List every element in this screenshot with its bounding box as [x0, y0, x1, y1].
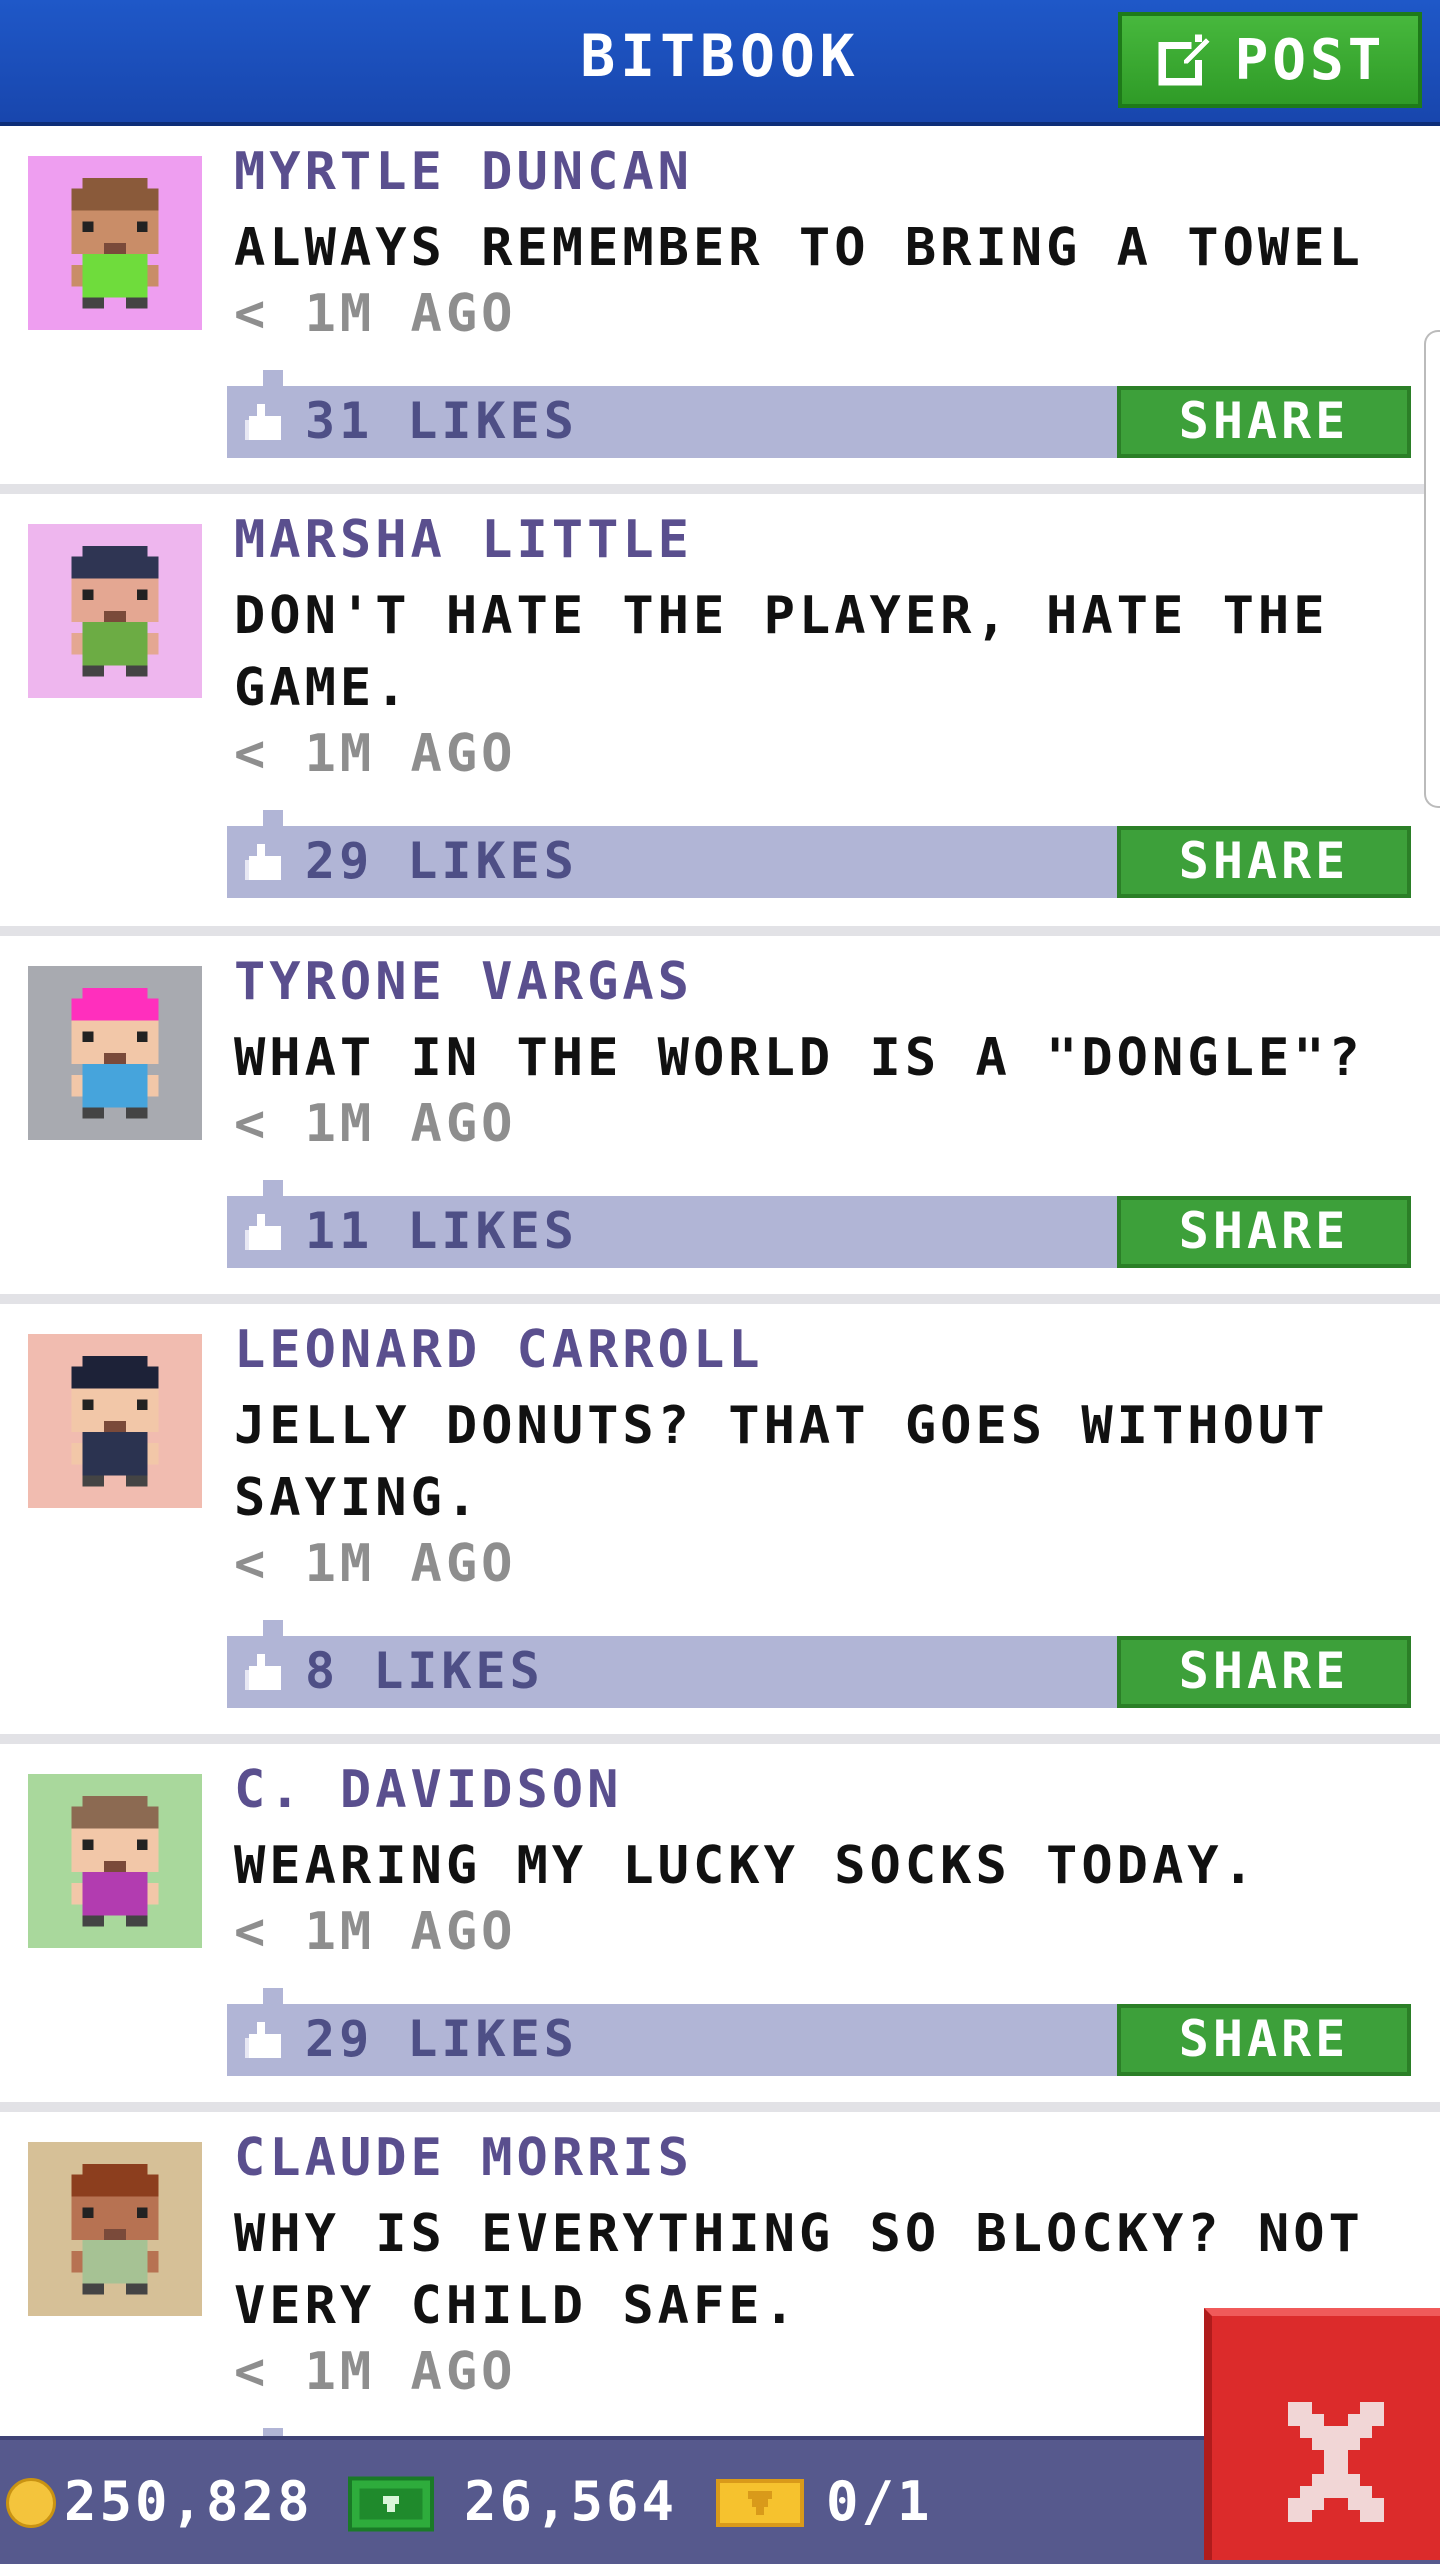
coins-count: 250,828 — [64, 2470, 313, 2533]
close-button[interactable] — [1204, 2308, 1440, 2560]
share-button[interactable]: SHARE — [1117, 386, 1411, 458]
avatar[interactable] — [28, 1774, 202, 1948]
post-message: WEARING MY LUCKY SOCKS TODAY. — [234, 1836, 1258, 1896]
close-icon — [1288, 2402, 1384, 2522]
post-author[interactable]: TYRONE VARGAS — [234, 952, 693, 1012]
post-author[interactable]: CLAUDE MORRIS — [234, 2128, 693, 2188]
like-bar: 8 LIKES SHARE — [227, 1620, 1411, 1708]
post-time: < 1M AGO — [234, 1902, 517, 1962]
ticket-icon — [716, 2479, 804, 2527]
avatar[interactable] — [28, 156, 202, 330]
like-bar: 11 LIKES SHARE — [227, 1180, 1411, 1268]
like-bar-tab — [263, 1988, 283, 2004]
likes-count: 31 LIKES — [305, 392, 578, 450]
like-bar-tab — [263, 370, 283, 386]
post-message: WHAT IN THE WORLD IS A "DONGLE"? — [234, 1028, 1364, 1088]
post-author[interactable]: MYRTLE DUNCAN — [234, 142, 693, 202]
like-bar-tab — [263, 810, 283, 826]
thumbs-up-icon[interactable] — [245, 844, 285, 880]
post-button[interactable]: POST — [1118, 12, 1422, 108]
avatar[interactable] — [28, 966, 202, 1140]
post-divider — [0, 2102, 1440, 2112]
share-button[interactable]: SHARE — [1117, 1636, 1411, 1708]
coin-icon — [6, 2478, 56, 2528]
like-bar: 29 LIKES SHARE — [227, 810, 1411, 898]
share-button[interactable]: SHARE — [1117, 2004, 1411, 2076]
like-bar: 31 LIKES SHARE — [227, 370, 1411, 458]
like-bar-tab — [263, 1180, 283, 1196]
post-divider — [0, 1734, 1440, 1744]
thumbs-up-icon[interactable] — [245, 1654, 285, 1690]
likes-count: 8 LIKES — [305, 1642, 544, 1700]
post-author[interactable]: C. DAVIDSON — [234, 1760, 622, 1820]
likes-count: 29 LIKES — [305, 832, 578, 890]
avatar[interactable] — [28, 2142, 202, 2316]
avatar[interactable] — [28, 524, 202, 698]
post-divider — [0, 926, 1440, 936]
top-bar: BITBOOK POST — [0, 0, 1440, 126]
thumbs-up-icon[interactable] — [245, 2022, 285, 2058]
share-button[interactable]: SHARE — [1117, 826, 1411, 898]
post-time: < 1M AGO — [234, 284, 517, 344]
post-message: ALWAYS REMEMBER TO BRING A TOWEL — [234, 218, 1364, 278]
like-bar-tab — [263, 1620, 283, 1636]
post-divider — [0, 1294, 1440, 1304]
scrollbar[interactable] — [1424, 330, 1440, 808]
tickets-count: 0/1 — [826, 2470, 933, 2533]
post-message: DON'T HATE THE PLAYER, HATE THE GAME. — [234, 586, 1329, 718]
post-author[interactable]: LEONARD CARROLL — [234, 1320, 764, 1380]
post-time: < 1M AGO — [234, 724, 517, 784]
post-time: < 1M AGO — [234, 1094, 517, 1154]
thumbs-up-icon[interactable] — [245, 404, 285, 440]
cash-count: 26,564 — [464, 2470, 678, 2533]
post-message: JELLY DONUTS? THAT GOES WITHOUT SAYING. — [234, 1396, 1329, 1528]
edit-icon — [1158, 34, 1209, 86]
post-time: < 1M AGO — [234, 1534, 517, 1594]
share-button[interactable]: SHARE — [1117, 1196, 1411, 1268]
post-author[interactable]: MARSHA LITTLE — [234, 510, 693, 570]
post-time: < 1M AGO — [234, 2342, 517, 2402]
thumbs-up-icon[interactable] — [245, 1214, 285, 1250]
post-button-label: POST — [1234, 27, 1386, 93]
post-divider — [0, 484, 1440, 494]
likes-count: 11 LIKES — [305, 1202, 578, 1260]
likes-count: 29 LIKES — [305, 2010, 578, 2068]
like-bar: 29 LIKES SHARE — [227, 1988, 1411, 2076]
cash-icon — [348, 2476, 434, 2532]
avatar[interactable] — [28, 1334, 202, 1508]
